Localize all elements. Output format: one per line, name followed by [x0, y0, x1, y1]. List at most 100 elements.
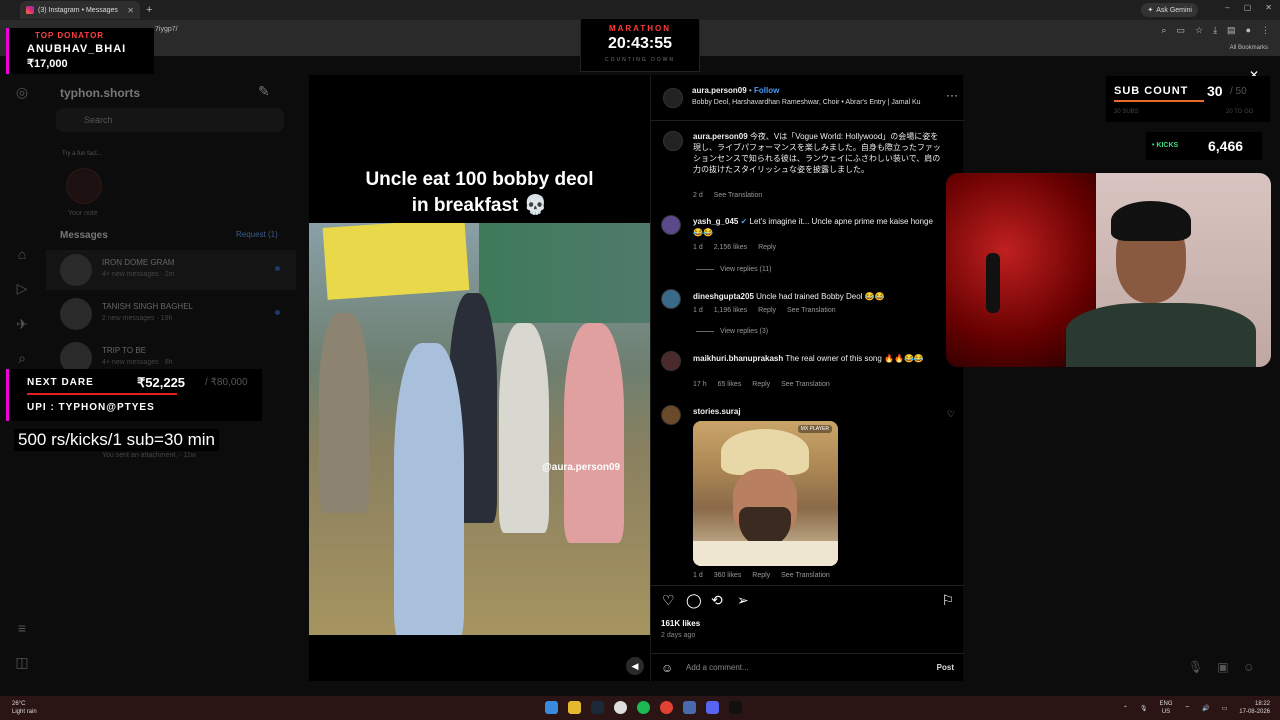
messages-icon[interactable]: ✈	[14, 316, 30, 332]
see-translation-link[interactable]: See Translation	[714, 192, 763, 199]
save-icon[interactable]: ⚐	[941, 592, 954, 609]
comment-likes[interactable]: 360 likes	[714, 572, 742, 579]
weather-widget[interactable]: 26°C Light rain	[12, 700, 37, 716]
conversation-item[interactable]: IRON DOME GRAM 4+ new messages · 2m	[46, 250, 296, 290]
more-options-icon[interactable]: ···	[946, 88, 958, 102]
my-avatar[interactable]	[66, 168, 102, 204]
add-comment-input[interactable]: Add a comment...	[686, 663, 749, 672]
author-avatar[interactable]	[663, 88, 683, 108]
home-icon[interactable]: ⌂	[14, 246, 30, 262]
see-translation-link[interactable]: See Translation	[781, 572, 830, 579]
commenter-avatar[interactable]	[661, 289, 681, 309]
comment-username[interactable]: yash_g_045	[693, 217, 738, 226]
reply-link[interactable]: Reply	[758, 244, 776, 251]
mic-icon[interactable]: 🎙	[1188, 660, 1203, 674]
battery-icon[interactable]: ▭	[1222, 705, 1228, 712]
like-count[interactable]: 161K likes	[661, 619, 700, 628]
maximize-icon[interactable]: ▢	[1244, 3, 1252, 12]
reel-video[interactable]: Uncle eat 100 bobby deol in breakfast 💀 …	[309, 75, 650, 681]
post-header: aura.person09 • Follow Bobby Deol, Harsh…	[651, 75, 964, 121]
comment-image[interactable]: MX PLAYER	[693, 421, 838, 566]
bookmark-star-icon[interactable]: ☆	[1195, 25, 1203, 36]
minimize-icon[interactable]: –	[1225, 3, 1229, 12]
conversation-item[interactable]: TANISH SINGH BAGHEL 2 new messages · 19h	[46, 294, 296, 334]
note-bubble[interactable]: Try a fun fact...	[62, 151, 106, 157]
commenter-avatar[interactable]	[661, 215, 681, 235]
post-comment-button[interactable]: Post	[937, 663, 954, 672]
see-translation-link[interactable]: See Translation	[787, 307, 836, 314]
see-translation-link[interactable]: See Translation	[781, 381, 830, 388]
menu-icon[interactable]: ⋮	[1261, 25, 1270, 36]
author-username[interactable]: aura.person09	[692, 86, 747, 95]
account-username[interactable]: typhon.shorts	[60, 86, 140, 100]
mute-icon[interactable]: ◀	[626, 657, 644, 675]
profile-icon[interactable]: ●	[1246, 25, 1251, 36]
reply-link[interactable]: Reply	[758, 307, 776, 314]
comment-username[interactable]: maikhuri.bhanuprakash	[693, 354, 783, 363]
emoji-icon[interactable]: ☺	[661, 661, 673, 675]
mic-tray-icon[interactable]: 🎙	[1140, 705, 1148, 712]
author-avatar[interactable]	[663, 131, 683, 151]
download-icon[interactable]: ⤓	[1213, 25, 1217, 36]
threads-icon[interactable]: ◫	[14, 654, 30, 670]
more-menu-icon[interactable]: ≡	[14, 620, 30, 636]
wifi-icon[interactable]: ⌔	[1185, 704, 1191, 712]
audio-line[interactable]: Bobby Deol, Harshavardhan Rameshwar, Cho…	[692, 99, 921, 106]
browser-tab[interactable]: (3) Instagram • Messages ✕	[20, 1, 140, 19]
close-window-icon[interactable]: ✕	[1265, 3, 1272, 12]
windows-start-icon[interactable]	[545, 701, 558, 714]
upi-label: UPI : TYPHON@PTYES	[27, 402, 155, 413]
reply-link[interactable]: Reply	[752, 572, 770, 579]
comment-username[interactable]: dineshgupta205	[693, 292, 754, 301]
obs-icon[interactable]	[614, 701, 627, 714]
view-replies-link[interactable]: View replies (3)	[696, 328, 768, 335]
extensions-icon[interactable]: ▤	[1227, 25, 1236, 36]
comment-username[interactable]: stories.suraj	[693, 407, 741, 416]
new-tab-button[interactable]: +	[146, 4, 152, 16]
comment-meta: 2 d See Translation	[693, 192, 771, 199]
requests-link[interactable]: Request (1)	[236, 230, 278, 239]
comment-likes[interactable]: 65 likes	[718, 381, 742, 388]
sticker-icon[interactable]: ☺	[1243, 660, 1255, 674]
view-replies-link[interactable]: View replies (11)	[696, 266, 772, 273]
comment-icon[interactable]: ◯	[686, 592, 702, 609]
cast-icon[interactable]: ▭	[1176, 25, 1185, 36]
zoom-icon[interactable]: ⌕	[1161, 25, 1166, 36]
clock[interactable]: 18:22 17-08-2026	[1239, 700, 1270, 716]
image-icon[interactable]: ▣	[1217, 660, 1228, 674]
share-icon[interactable]: ➢	[737, 592, 749, 609]
repost-icon[interactable]: ⟲	[711, 592, 723, 609]
app-icon[interactable]	[729, 701, 742, 714]
instagram-logo-icon[interactable]: ◎	[14, 84, 30, 100]
language-indicator[interactable]: ENG US	[1159, 700, 1172, 716]
spotify-icon[interactable]	[637, 701, 650, 714]
comment-likes[interactable]: 2,156 likes	[714, 244, 747, 251]
compose-icon[interactable]: ✎	[258, 83, 270, 100]
background-wall	[479, 223, 650, 323]
commenter-avatar[interactable]	[661, 405, 681, 425]
url-text[interactable]: 7iygp7/	[155, 26, 178, 33]
file-explorer-icon[interactable]	[568, 701, 581, 714]
steam-icon[interactable]	[591, 701, 604, 714]
chrome-icon[interactable]	[660, 701, 673, 714]
volume-icon[interactable]: 🔊	[1202, 705, 1209, 712]
next-dare-goal: / ₹80,000	[205, 377, 248, 388]
follow-button[interactable]: Follow	[754, 86, 779, 95]
like-icon[interactable]: ♡	[662, 592, 675, 609]
dm-search-input[interactable]: Search	[56, 108, 284, 132]
kicks-value: 6,466	[1208, 138, 1244, 154]
commenter-avatar[interactable]	[661, 351, 681, 371]
ask-gemini-button[interactable]: ✦ Ask Gemini	[1141, 3, 1198, 17]
search-icon[interactable]: ⌕	[14, 350, 30, 366]
side-tools: 🎙 ▣ ☺	[1188, 660, 1255, 674]
tray-chevron-icon[interactable]: ⌃	[1123, 705, 1128, 712]
all-bookmarks[interactable]: All Bookmarks	[1230, 45, 1268, 51]
reply-link[interactable]: Reply	[752, 381, 770, 388]
discord-icon[interactable]	[706, 701, 719, 714]
reels-icon[interactable]: ▷	[14, 280, 30, 296]
comment-username[interactable]: aura.person09	[693, 132, 748, 141]
tab-close-icon[interactable]: ✕	[127, 6, 134, 15]
app-icon[interactable]	[683, 701, 696, 714]
comment-likes[interactable]: 1,196 likes	[714, 307, 747, 314]
like-comment-icon[interactable]: ♡	[947, 409, 955, 420]
